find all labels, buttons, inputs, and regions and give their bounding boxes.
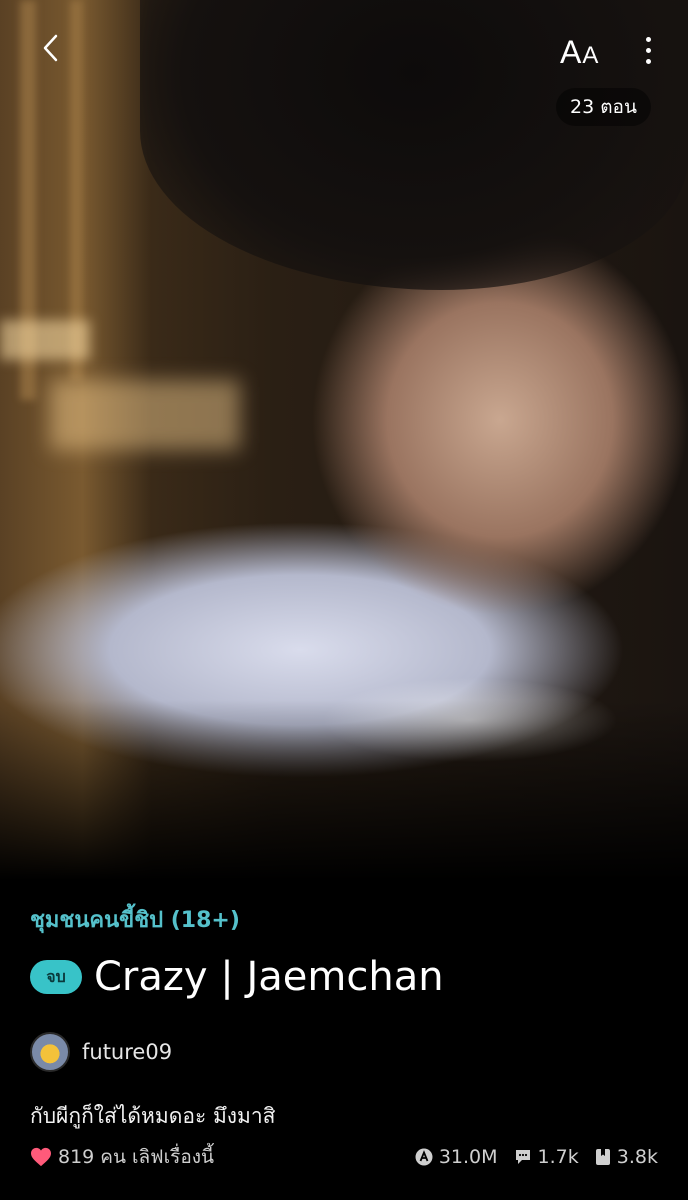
more-vertical-icon [645, 47, 651, 53]
avatar[interactable] [30, 1032, 70, 1072]
views-count: 31.0M [438, 1146, 498, 1168]
more-vertical-icon [645, 36, 651, 42]
category-link[interactable]: ชุมชนคนขี้ชิป (18+) [30, 902, 240, 937]
episodes-badge[interactable]: 23 ตอน [556, 88, 651, 126]
story-title: Crazy | Jaemchan [94, 954, 444, 1000]
comments-count: 1.7k [537, 1146, 579, 1168]
font-size-icon-small: A [582, 42, 599, 69]
background-lamp [0, 320, 90, 360]
likes-text: 819 คน เลิฟเรื่องนี้ [58, 1146, 215, 1168]
stats-row: 819 คน เลิฟเรื่องนี้ 31.0M 1.7k 3.8k [30, 1142, 658, 1172]
heart-icon [31, 1147, 51, 1167]
author-name[interactable]: future09 [82, 1040, 172, 1064]
cover-fade [0, 700, 688, 880]
font-size-button[interactable]: AA [560, 28, 598, 68]
cover-image [0, 0, 688, 880]
views-icon [415, 1148, 433, 1166]
likes-stat[interactable]: 819 คน เลิฟเรื่องนี้ [30, 1142, 214, 1172]
background-lamp [50, 380, 240, 450]
bookmark-icon [595, 1149, 610, 1165]
views-stat: 31.0M [415, 1146, 498, 1168]
metrics: 31.0M 1.7k 3.8k [415, 1146, 658, 1168]
back-button[interactable] [28, 26, 72, 70]
title-row: จบ Crazy | Jaemchan [30, 954, 444, 1000]
back-chevron-icon [43, 34, 58, 62]
story-description: กับผีกูก็ใส่ได้หมดอะ มึงมาสิ [30, 1104, 276, 1128]
comments-stat: 1.7k [514, 1146, 579, 1168]
more-options-button[interactable] [634, 28, 662, 72]
comment-icon [515, 1150, 530, 1164]
author-row[interactable]: future09 [30, 1032, 172, 1072]
completed-badge: จบ [30, 960, 82, 994]
bookmarks-count: 3.8k [616, 1146, 658, 1168]
top-bar: AA 23 ตอน [0, 0, 688, 126]
bookmarks-stat: 3.8k [595, 1146, 658, 1168]
font-size-icon: A [560, 34, 582, 70]
more-vertical-icon [645, 58, 651, 64]
